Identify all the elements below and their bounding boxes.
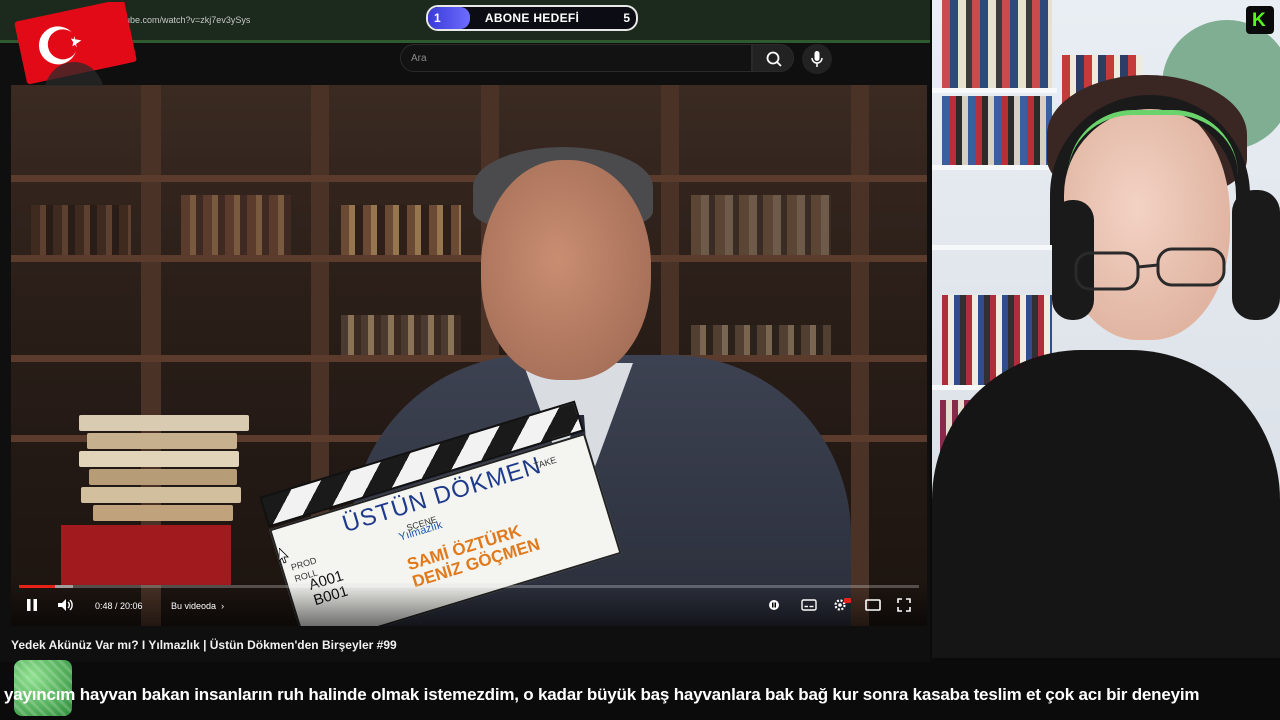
book-stack bbox=[69, 415, 249, 535]
mouse-cursor-icon bbox=[279, 548, 289, 564]
bookshelf-shelf bbox=[11, 175, 927, 182]
turkey-flag-icon bbox=[14, 2, 137, 86]
cam-books bbox=[942, 96, 1052, 165]
search-button[interactable] bbox=[752, 44, 794, 72]
player-controls: 0:48 / 20:06 Bu videoda › bbox=[11, 582, 927, 626]
kick-logo-icon: K bbox=[1246, 6, 1274, 34]
autoplay-toggle[interactable] bbox=[767, 598, 781, 617]
video-title[interactable]: Yedek Akünüz Var mı? I Yılmazlık | Üstün… bbox=[11, 638, 397, 652]
search-icon bbox=[766, 51, 782, 67]
mic-icon bbox=[811, 51, 823, 67]
subscriber-goal-target: 5 bbox=[623, 11, 630, 25]
cam-books bbox=[942, 0, 1052, 88]
progress-buffered bbox=[55, 585, 73, 588]
pause-button[interactable] bbox=[25, 598, 39, 617]
books bbox=[341, 205, 461, 255]
fullscreen-button[interactable] bbox=[897, 598, 911, 617]
volume-icon bbox=[58, 599, 73, 611]
glasses-icon bbox=[1074, 247, 1226, 291]
subtitles-icon bbox=[801, 599, 817, 611]
voice-search-button[interactable] bbox=[802, 44, 832, 74]
fullscreen-icon bbox=[897, 598, 911, 612]
books bbox=[691, 195, 831, 255]
settings-button[interactable] bbox=[833, 598, 851, 617]
search-box[interactable] bbox=[400, 44, 752, 72]
chapter-button[interactable]: Bu videoda › bbox=[171, 601, 224, 611]
chevron-right-icon: › bbox=[218, 601, 225, 611]
progress-bar[interactable] bbox=[19, 585, 919, 588]
progress-played bbox=[19, 585, 55, 588]
video-player[interactable]: ÜSTÜN DÖKMEN SCENE TAKE PROD ROLL Yılmaz… bbox=[11, 85, 927, 626]
search-input[interactable] bbox=[401, 45, 751, 71]
cam-shelf bbox=[932, 245, 1057, 250]
cam-shelf bbox=[932, 88, 1057, 93]
pause-icon bbox=[27, 599, 37, 611]
cam-shelf bbox=[932, 165, 1057, 170]
subtitles-button[interactable] bbox=[801, 598, 817, 617]
subscriber-goal-title: ABONE HEDEFİ bbox=[484, 11, 580, 25]
screen-capture: youtube.com/watch?v=zkj7ev3ySys 1 ABONE … bbox=[0, 0, 930, 662]
speaker-face bbox=[481, 160, 651, 380]
volume-button[interactable] bbox=[57, 598, 75, 617]
bookshelf-shelf bbox=[11, 255, 927, 262]
live-caption: yayıncım hayvan bakan insanların ruh hal… bbox=[4, 685, 1200, 704]
autoplay-icon bbox=[769, 600, 779, 610]
theater-icon bbox=[865, 599, 881, 611]
gear-icon bbox=[834, 598, 851, 611]
subscriber-goal-widget: 1 ABONE HEDEFİ 5 bbox=[426, 5, 638, 31]
webcam-feed bbox=[932, 0, 1280, 658]
theater-mode-button[interactable] bbox=[865, 598, 881, 617]
books bbox=[691, 325, 831, 355]
red-box bbox=[61, 525, 231, 585]
books bbox=[341, 315, 461, 355]
youtube-header bbox=[0, 43, 930, 85]
streamer-shirt bbox=[932, 350, 1280, 658]
books bbox=[181, 195, 291, 255]
time-display: 0:48 / 20:06 bbox=[95, 601, 143, 611]
books bbox=[31, 205, 131, 255]
bookshelf-shelf bbox=[11, 355, 927, 362]
chapter-label: Bu videoda bbox=[171, 601, 217, 611]
